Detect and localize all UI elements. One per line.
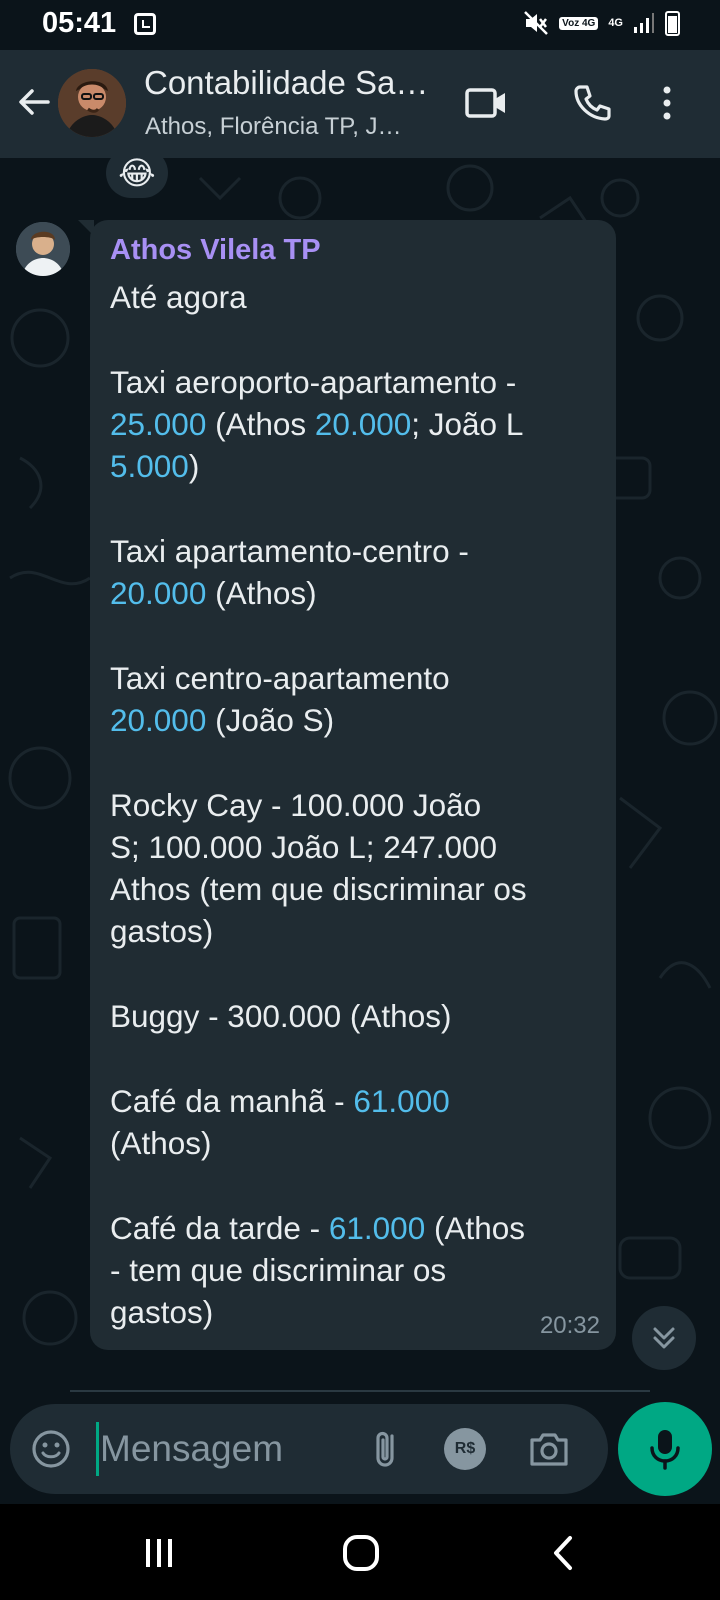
chat-participants[interactable]: Athos, Florência TP, J… <box>145 113 445 141</box>
message-reaction[interactable]: 😂 <box>106 158 168 198</box>
message-line: Taxi centro-apartamento <box>110 657 596 699</box>
alarm-icon <box>134 13 156 35</box>
message-line: S; 100.000 João L; 247.000 <box>110 826 596 868</box>
paperclip-icon[interactable] <box>362 1424 412 1474</box>
message-line: 5.000) <box>110 445 596 487</box>
message-number-link[interactable]: 20.000 <box>110 575 206 611</box>
more-vertical-icon <box>663 86 671 120</box>
message-text-segment: (João S) <box>206 701 335 738</box>
message-text-segment: Athos (tem que discriminar os <box>110 871 527 908</box>
message-line: 20.000 (João S) <box>110 699 596 741</box>
status-time: 05:41 <box>42 7 117 39</box>
message-text-segment: Taxi centro-apartamento <box>110 659 450 696</box>
message-timestamp: 20:32 <box>539 1312 600 1339</box>
double-chevron-down-icon <box>653 1327 675 1349</box>
message-text-segment: Café da tarde - <box>110 1209 329 1246</box>
message-text-segment: ; João L <box>411 405 524 442</box>
message-number-link[interactable]: 5.000 <box>110 448 189 484</box>
message-line: Buggy - 300.000 (Athos) <box>110 995 596 1037</box>
text-cursor <box>96 1422 99 1476</box>
message-text-segment: Café da manhã - <box>110 1082 354 1119</box>
mute-icon <box>524 11 549 35</box>
volte-badge: Voz 4G <box>559 16 599 30</box>
message-text-segment: Buggy - 300.000 (Athos) <box>110 998 452 1035</box>
message-line: gastos) <box>110 1291 596 1333</box>
message-text-segment: Até agora <box>110 279 247 315</box>
message-text-segment: Rocky Cay - 100.000 João <box>110 786 482 823</box>
message-number-link[interactable]: 25.000 <box>110 406 206 442</box>
network-type: 4G <box>608 17 623 29</box>
status-indicators: Voz 4G 4G <box>523 10 680 36</box>
payment-button[interactable]: R$ <box>444 1428 486 1470</box>
scroll-to-bottom-button[interactable] <box>632 1306 696 1370</box>
chat-area[interactable]: 😂 Athos Vilela TP Até agora Taxi aeroport… <box>0 158 720 1398</box>
message-line: - tem que discriminar os <box>110 1249 596 1291</box>
message-line: Café da tarde - 61.000 (Athos <box>110 1207 596 1249</box>
divider <box>70 1390 650 1392</box>
message-text-segment: Taxi aeroporto-apartamento - <box>110 363 517 400</box>
message-line: (Athos) <box>110 1122 596 1164</box>
camera-icon[interactable] <box>524 1424 574 1474</box>
message-text-segment: - tem que discriminar os <box>110 1251 447 1288</box>
message-text-segment: Taxi apartamento-centro - <box>110 532 469 569</box>
chevron-left-icon <box>554 1536 572 1570</box>
message-text-segment: (Athos <box>206 405 315 442</box>
back-button[interactable] <box>538 1530 588 1576</box>
message-text-segment: ) <box>188 448 200 485</box>
message-line: Athos (tem que discriminar os <box>110 868 596 910</box>
battery-icon <box>665 10 680 36</box>
message-text-segment: (Athos) <box>110 1124 212 1161</box>
message-composer: R$ <box>10 1404 608 1494</box>
home-button[interactable] <box>336 1530 386 1576</box>
sender-avatar[interactable] <box>16 222 70 276</box>
chat-title[interactable]: Contabilidade Sa… <box>144 64 444 102</box>
message-line: Rocky Cay - 100.000 João <box>110 784 596 826</box>
microphone-icon <box>650 1430 680 1470</box>
message-line: Taxi apartamento-centro - <box>110 530 596 572</box>
voice-call-button[interactable] <box>566 78 616 128</box>
message-text-segment: S; 100.000 João L; 247.000 <box>110 828 498 865</box>
message-text-segment: gastos) <box>110 913 214 950</box>
recent-apps-button[interactable] <box>134 1530 184 1576</box>
message-line: Taxi aeroporto-apartamento - <box>110 361 596 403</box>
signal-icon <box>634 13 654 33</box>
message-line: gastos) <box>110 910 596 952</box>
message-number-link[interactable]: 61.000 <box>329 1210 425 1246</box>
message-number-link[interactable]: 20.000 <box>315 406 411 442</box>
emoji-icon[interactable] <box>30 1428 72 1470</box>
message-line: 25.000 (Athos 20.000; João L <box>110 403 596 445</box>
video-camera-icon <box>465 88 505 118</box>
sender-name[interactable]: Athos Vilela TP <box>110 234 596 266</box>
message-line: Até agora <box>110 276 596 318</box>
phone-icon <box>574 85 611 121</box>
more-options-button[interactable] <box>652 78 682 128</box>
message-line: Café da manhã - 61.000 <box>110 1080 596 1122</box>
message-text-segment: (Athos <box>425 1209 526 1246</box>
message-text: Até agora Taxi aeroporto-apartamento -25.… <box>110 276 596 1333</box>
status-bar: 05:41 Voz 4G 4G <box>0 0 720 50</box>
system-nav-bar <box>0 1504 720 1600</box>
message-input[interactable] <box>100 1422 350 1476</box>
message-number-link[interactable]: 61.000 <box>353 1083 449 1119</box>
message-line: 20.000 (Athos) <box>110 572 596 614</box>
message-text-segment: gastos) <box>110 1294 214 1331</box>
home-icon <box>343 1535 379 1571</box>
message-number-link[interactable]: 20.000 <box>110 702 206 738</box>
back-arrow-icon[interactable] <box>14 82 54 122</box>
recent-apps-icon <box>146 1539 172 1567</box>
chat-header: Contabilidade Sa… Athos, Florência TP, J… <box>0 50 720 158</box>
group-avatar[interactable] <box>58 69 126 137</box>
video-call-button[interactable] <box>462 78 512 128</box>
message-bubble[interactable]: Athos Vilela TP Até agora Taxi aeroporto-… <box>78 220 616 1350</box>
message-text-segment: (Athos) <box>206 575 317 612</box>
voice-message-button[interactable] <box>618 1402 712 1496</box>
